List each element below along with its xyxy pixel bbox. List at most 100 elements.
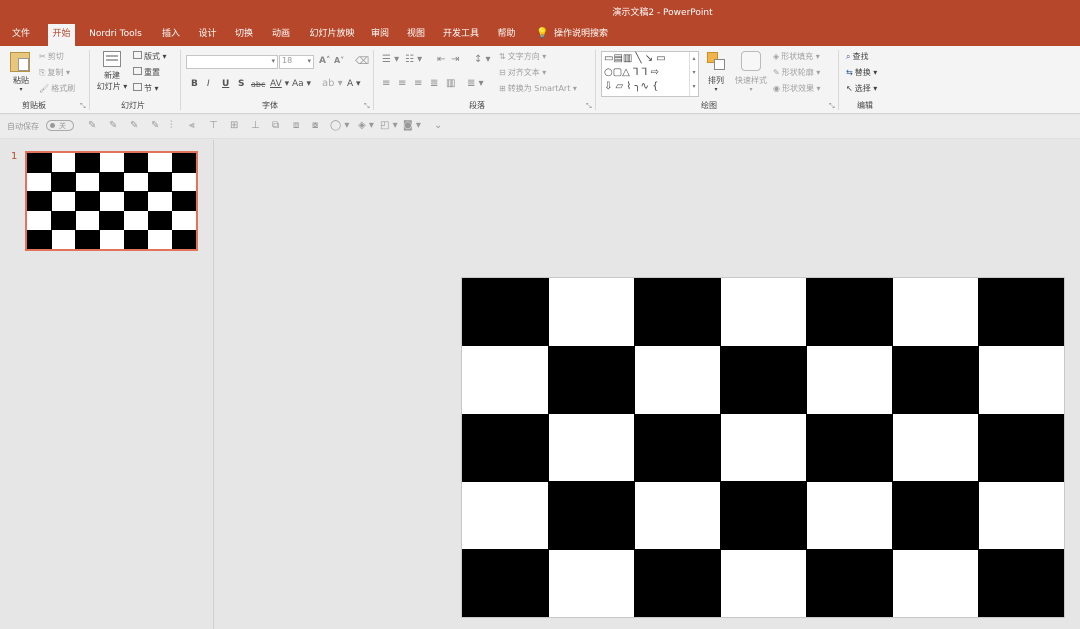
eyedropper-icon[interactable]: ✎ bbox=[88, 120, 96, 131]
merge-icon[interactable]: ⧇ bbox=[312, 120, 318, 131]
align-middle-icon[interactable]: ⊞ bbox=[230, 120, 238, 131]
shrink-font-button[interactable]: A˅ bbox=[334, 56, 344, 65]
dialog-launcher-icon[interactable]: ⤡ bbox=[586, 102, 592, 111]
checker-square[interactable] bbox=[27, 191, 52, 212]
tab-slideshow[interactable]: 幻灯片放映 bbox=[304, 22, 360, 46]
increase-indent-icon[interactable]: ⇥ bbox=[451, 54, 459, 65]
checker-square[interactable] bbox=[123, 153, 149, 173]
tab-file[interactable]: 文件 bbox=[4, 22, 38, 46]
tab-review[interactable]: 审阅 bbox=[366, 22, 394, 46]
smartart-button[interactable]: ⊞ 转换为 SmartArt ▾ bbox=[499, 83, 577, 94]
dialog-launcher-icon[interactable]: ⤡ bbox=[364, 102, 370, 111]
reset-button[interactable]: 重置 bbox=[133, 67, 160, 78]
eyedropper-icon[interactable]: ✎ bbox=[151, 120, 159, 131]
format-painter-button[interactable]: 🖌 格式刷 bbox=[39, 83, 75, 94]
justify-icon[interactable]: ≣ bbox=[430, 78, 438, 89]
checker-square[interactable] bbox=[634, 413, 721, 482]
checker-square[interactable] bbox=[27, 229, 52, 249]
checker-square[interactable] bbox=[171, 229, 196, 249]
change-case-button[interactable]: Aa ▾ bbox=[292, 79, 311, 89]
arrange-button[interactable]: 排列 ▾ bbox=[704, 51, 728, 93]
checker-square[interactable] bbox=[892, 345, 979, 415]
checker-square[interactable] bbox=[123, 191, 149, 212]
tab-insert[interactable]: 插入 bbox=[156, 22, 186, 46]
select-button[interactable]: ↖ 选择 ▾ bbox=[846, 83, 877, 94]
tab-animations[interactable]: 动画 bbox=[267, 22, 295, 46]
highlight-icon[interactable]: ab ▾ bbox=[322, 78, 343, 89]
tab-developer[interactable]: 开发工具 bbox=[438, 22, 484, 46]
align-top-icon[interactable]: ⊤ bbox=[209, 120, 218, 131]
replace-button[interactable]: ⇆ 替换 ▾ bbox=[846, 67, 877, 78]
tab-transitions[interactable]: 切换 bbox=[230, 22, 258, 46]
checker-square[interactable] bbox=[123, 229, 149, 249]
line-spacing-icon[interactable]: ↕ ▾ bbox=[474, 54, 491, 65]
checker-square[interactable] bbox=[75, 153, 100, 173]
font-name-box[interactable]: ▾ bbox=[186, 55, 278, 69]
bullets-icon[interactable]: ☰ ▾ bbox=[382, 54, 399, 65]
checker-square[interactable] bbox=[978, 278, 1064, 347]
checker-square[interactable] bbox=[634, 549, 721, 617]
checker-square[interactable] bbox=[634, 278, 721, 347]
checker-square[interactable] bbox=[548, 345, 635, 415]
distributed-icon[interactable]: ≣ ▾ bbox=[467, 78, 484, 89]
grow-font-button[interactable]: A˄ bbox=[319, 56, 330, 66]
shapes-gallery[interactable]: ▭▤▥ ╲ ↘ ▭ ○▢△ ⅂ ⅂ ⇨ ⇩ ▱ ⌇ ╮∿ { ▴ ▾ ▾ bbox=[601, 51, 699, 97]
checker-square[interactable] bbox=[720, 345, 807, 415]
checker-square[interactable] bbox=[147, 172, 173, 192]
tab-design[interactable]: 设计 bbox=[193, 22, 222, 46]
slide-thumbnail[interactable] bbox=[25, 151, 198, 251]
copy-button[interactable]: ⎘ 复制 ▾ bbox=[39, 67, 70, 78]
outline-icon[interactable]: ◰ ▾ bbox=[380, 120, 398, 131]
dialog-launcher-icon[interactable]: ⤡ bbox=[829, 102, 835, 111]
checker-square[interactable] bbox=[892, 481, 979, 550]
checker-square[interactable] bbox=[75, 229, 100, 249]
layout-button[interactable]: 版式 ▾ bbox=[133, 51, 167, 62]
shape-fill-button[interactable]: ◈ 形状填充 ▾ bbox=[773, 51, 820, 62]
checker-square[interactable] bbox=[548, 481, 635, 550]
tab-view[interactable]: 视图 bbox=[403, 22, 429, 46]
ungroup-icon[interactable]: ⧈ bbox=[293, 120, 299, 131]
section-button[interactable]: 节 ▾ bbox=[133, 83, 159, 94]
text-direction-button[interactable]: ⇅ 文字方向 ▾ bbox=[499, 51, 546, 62]
checker-square[interactable] bbox=[462, 278, 549, 347]
checker-square[interactable] bbox=[99, 172, 125, 192]
slide-editing-canvas[interactable] bbox=[215, 140, 1080, 629]
checker-square[interactable] bbox=[978, 413, 1064, 482]
dialog-launcher-icon[interactable]: ⤡ bbox=[80, 102, 86, 111]
slide[interactable] bbox=[461, 277, 1065, 618]
checker-square[interactable] bbox=[51, 210, 76, 231]
autosave-toggle[interactable]: 关 bbox=[46, 120, 74, 131]
tab-nordri-tools[interactable]: Nordri Tools bbox=[84, 22, 147, 46]
checker-square[interactable] bbox=[806, 413, 893, 482]
new-slide-button[interactable]: 新建 幻灯片 ▾ bbox=[95, 51, 129, 92]
eyedropper-icon[interactable]: ✎ bbox=[109, 120, 117, 131]
align-text-button[interactable]: ⊟ 对齐文本 ▾ bbox=[499, 67, 546, 78]
checker-square[interactable] bbox=[171, 153, 196, 173]
font-color-button[interactable]: A ▾ bbox=[347, 79, 361, 89]
fill-icon[interactable]: ◈ ▾ bbox=[358, 120, 374, 131]
cut-button[interactable]: ✂ 剪切 bbox=[39, 51, 64, 62]
italic-button[interactable]: I bbox=[207, 79, 210, 89]
effects-icon[interactable]: ◙ ▾ bbox=[403, 120, 421, 131]
paste-button[interactable]: 粘贴 ▾ bbox=[8, 52, 34, 93]
shadow-button[interactable]: S bbox=[238, 79, 244, 89]
checker-square[interactable] bbox=[806, 549, 893, 617]
shape-effects-button[interactable]: ◉ 形状效果 ▾ bbox=[773, 83, 821, 94]
customize-icon[interactable]: ⌄ bbox=[434, 120, 442, 131]
columns-icon[interactable]: ▥ bbox=[446, 78, 455, 89]
checker-square[interactable] bbox=[99, 210, 125, 231]
align-center-icon[interactable]: ≡ bbox=[398, 78, 406, 89]
distribute-icon[interactable]: ⫷ bbox=[189, 120, 195, 131]
decrease-indent-icon[interactable]: ⇤ bbox=[437, 54, 445, 65]
shapes-icon[interactable]: ◯ ▾ bbox=[330, 120, 349, 131]
tab-help[interactable]: 帮助 bbox=[491, 22, 522, 46]
quick-styles-button[interactable]: 快速样式 ▾ bbox=[733, 51, 769, 93]
checker-square[interactable] bbox=[462, 549, 549, 617]
checker-square[interactable] bbox=[806, 278, 893, 347]
checker-square[interactable] bbox=[75, 191, 100, 212]
clear-formatting-icon[interactable]: ⌫ bbox=[355, 56, 369, 67]
align-icon[interactable]: ⫶ bbox=[170, 120, 173, 131]
align-right-icon[interactable]: ≡ bbox=[414, 78, 422, 89]
checker-square[interactable] bbox=[51, 172, 76, 192]
tab-home[interactable]: 开始 bbox=[48, 24, 75, 46]
